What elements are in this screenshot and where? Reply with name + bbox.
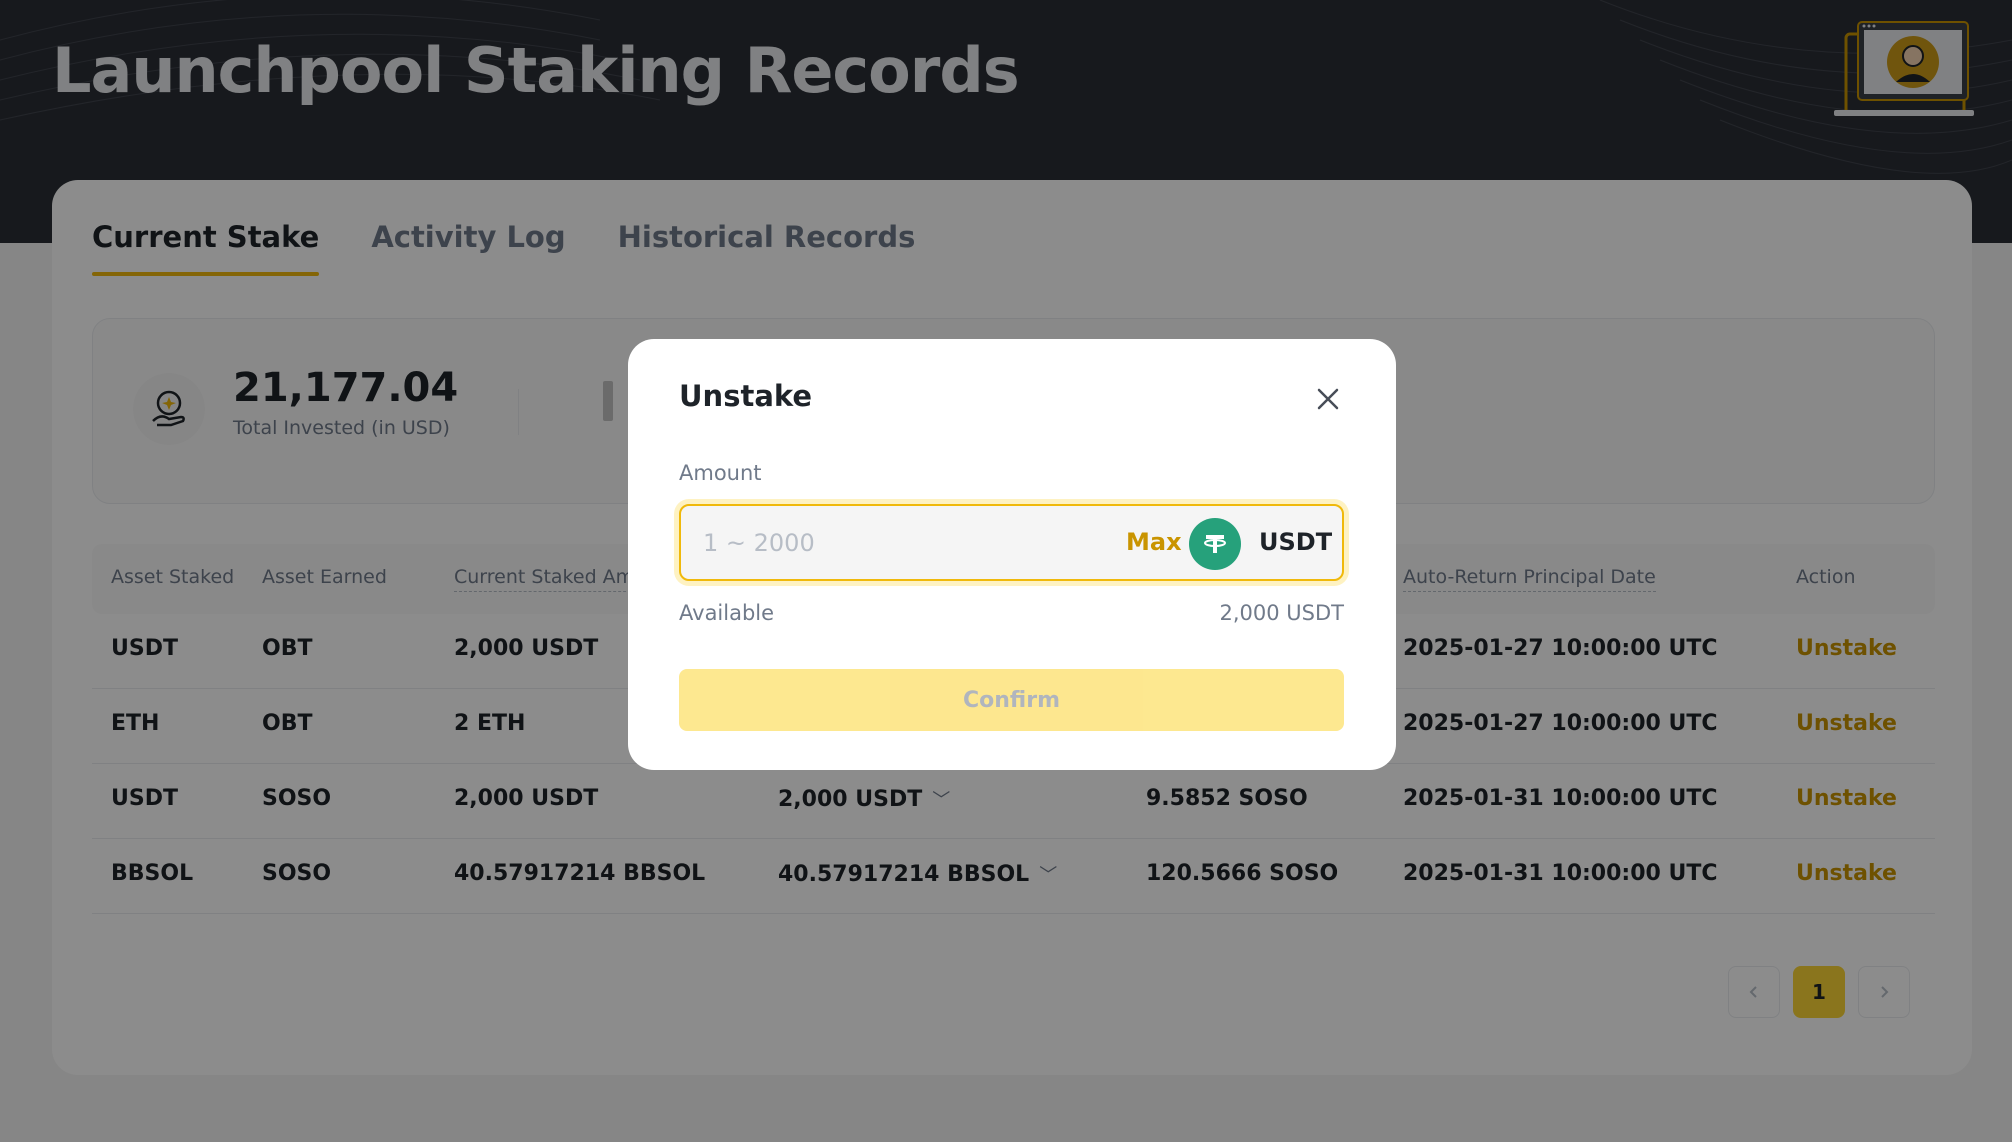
coin-label: USDT bbox=[1259, 528, 1333, 556]
close-icon bbox=[1317, 388, 1339, 410]
tether-icon bbox=[1189, 518, 1241, 570]
max-button[interactable]: Max bbox=[1126, 528, 1182, 556]
amount-label: Amount bbox=[679, 461, 762, 485]
modal-title: Unstake bbox=[679, 379, 813, 413]
unstake-modal: Unstake Amount Max USDT Available 2,000 … bbox=[628, 339, 1396, 770]
amount-input[interactable] bbox=[703, 524, 1083, 562]
available-value: 2,000 USDT bbox=[1219, 601, 1345, 625]
available-label: Available bbox=[679, 601, 775, 625]
close-button[interactable] bbox=[1308, 379, 1348, 419]
confirm-button[interactable]: Confirm bbox=[679, 669, 1344, 731]
amount-field: Max USDT bbox=[679, 504, 1344, 581]
